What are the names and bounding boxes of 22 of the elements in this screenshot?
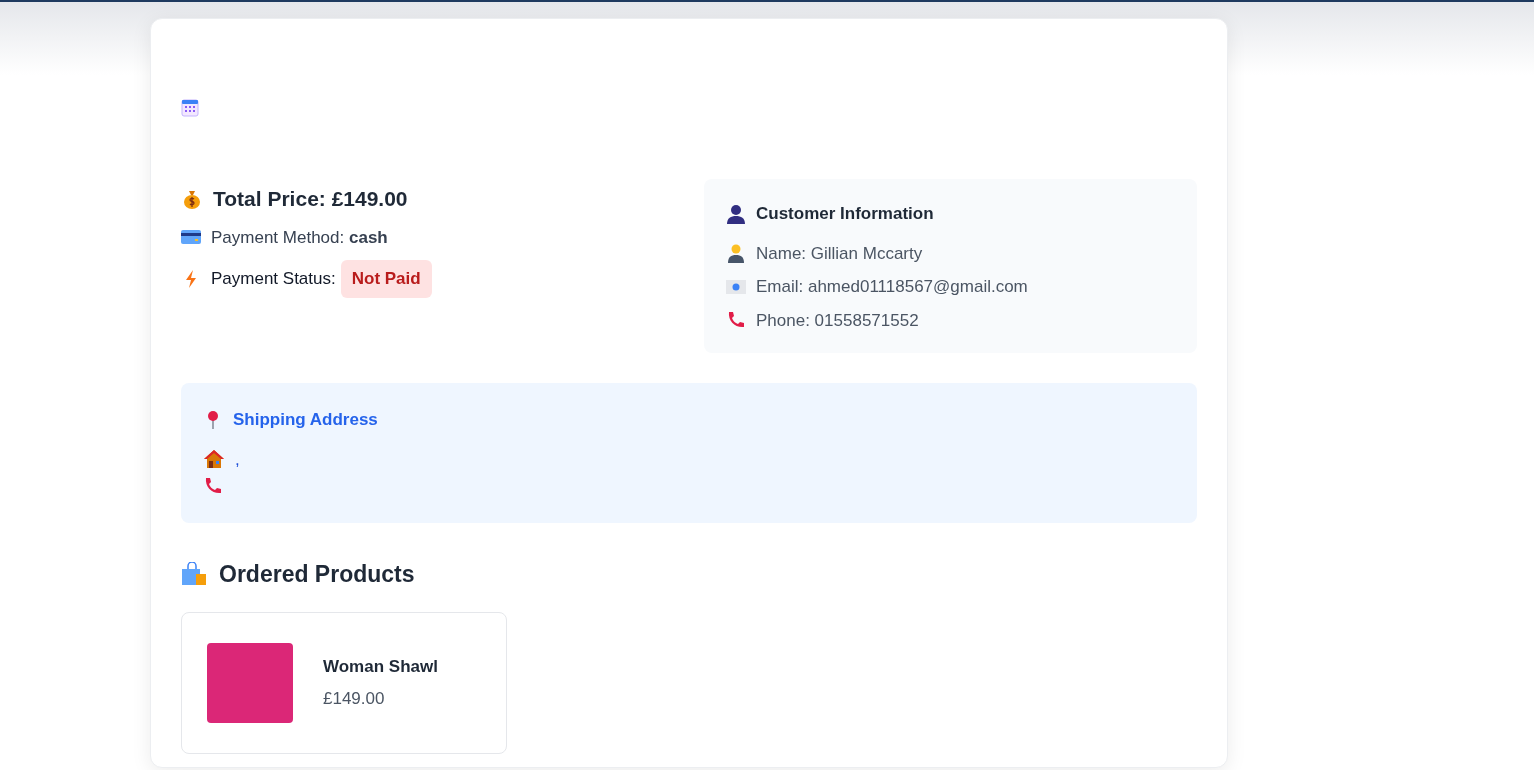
calendar-icon <box>181 99 199 117</box>
customer-email: Email: ahmed01118567@gmail.com <box>756 276 1028 298</box>
product-card[interactable]: Woman Shawl £149.00 <box>181 611 507 754</box>
shipping-address-title: Shipping Address <box>233 409 378 431</box>
phone-icon <box>203 476 223 496</box>
product-name: Woman Shawl <box>323 656 438 678</box>
payment-method: Payment Method: cash <box>211 226 388 249</box>
product-price: £149.00 <box>323 687 386 710</box>
credit-card-icon <box>181 229 201 246</box>
shipping-address-text: , <box>235 448 240 471</box>
payment-status-label: Payment Status: <box>211 268 336 290</box>
total-price: Total Price: £149.00 <box>213 186 408 212</box>
person-silhouette-icon <box>726 203 746 224</box>
customer-name: Name: Gillian Mccarty <box>756 242 923 265</box>
shopping-bag-icon <box>181 562 207 587</box>
person-icon <box>726 243 746 264</box>
payment-status-badge: Not Paid <box>340 260 432 298</box>
customer-info-title: Customer Information <box>756 203 934 225</box>
customer-phone: Phone: 01558571552 <box>756 309 919 332</box>
ordered-products-title: Ordered Products <box>219 560 415 589</box>
envelope-icon <box>726 279 746 294</box>
house-icon <box>203 449 225 470</box>
